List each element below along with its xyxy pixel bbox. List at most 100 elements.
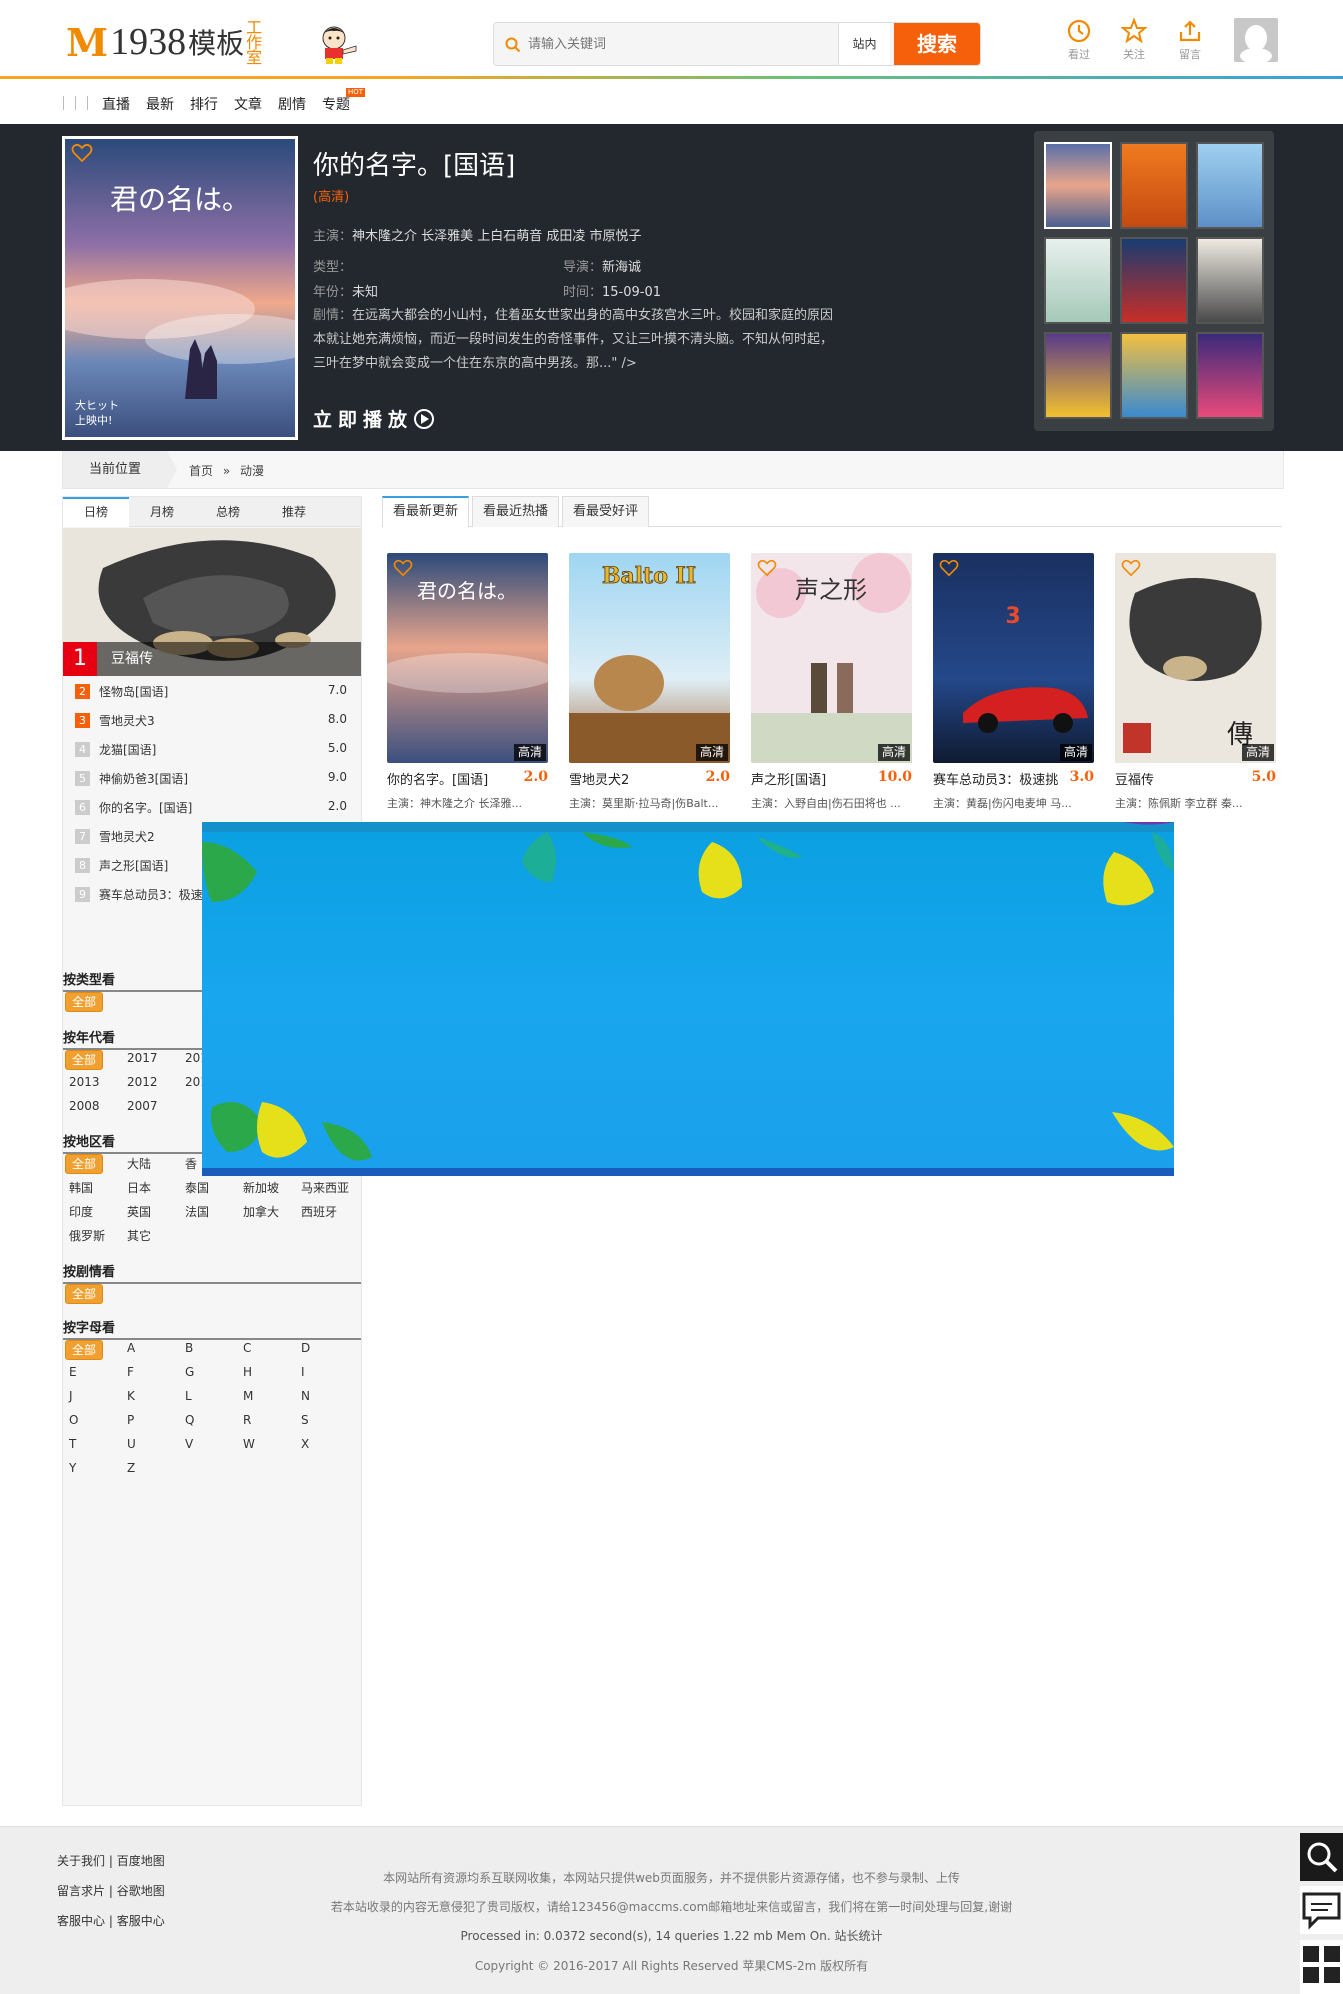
favorite-icon[interactable] bbox=[757, 559, 777, 577]
footer-link-service[interactable]: 客服中心 bbox=[57, 1914, 105, 1928]
site-logo[interactable]: M 1938 模板 工 作 室 bbox=[66, 18, 262, 66]
filter-letter[interactable]: V bbox=[185, 1437, 193, 1451]
favorite-icon[interactable] bbox=[71, 143, 93, 163]
thumb-monster-island[interactable] bbox=[1120, 142, 1188, 229]
movie-title[interactable]: 赛车总动员3：极速挑战 bbox=[933, 769, 1058, 788]
filter-region[interactable]: 泰国 bbox=[185, 1179, 209, 1196]
movie-title[interactable]: 你的名字。[国语] bbox=[387, 769, 512, 788]
filter-region[interactable]: 俄罗斯 bbox=[69, 1227, 105, 1244]
filter-region[interactable]: 英国 bbox=[127, 1203, 151, 1220]
filter-region[interactable]: 马来西亚 bbox=[301, 1179, 349, 1196]
rank-row[interactable]: 4 龙猫[国语] 5.0 bbox=[75, 740, 349, 760]
filter-year[interactable]: 2013 bbox=[69, 1075, 100, 1089]
nav-item-live[interactable]: 直播 bbox=[102, 94, 130, 114]
tab-hot[interactable]: 看最近热播 bbox=[472, 496, 560, 527]
filter-letter[interactable]: O bbox=[69, 1413, 78, 1427]
side-search-button[interactable] bbox=[1300, 1833, 1343, 1881]
tab-daily[interactable]: 日榜 bbox=[63, 497, 129, 527]
favorite-icon[interactable] bbox=[939, 559, 959, 577]
filter-letter[interactable]: M bbox=[243, 1389, 253, 1403]
filter-letter[interactable]: X bbox=[301, 1437, 309, 1451]
filter-letter[interactable]: W bbox=[243, 1437, 255, 1451]
rank-row[interactable]: 3 雪地灵犬3 8.0 bbox=[75, 711, 349, 731]
hero-poster[interactable]: 君の名は。 大ヒット 上映中! bbox=[62, 136, 298, 440]
filter-letter[interactable]: H bbox=[243, 1365, 252, 1379]
popup-ad-banner[interactable] bbox=[202, 822, 1174, 1176]
movie-title[interactable]: 豆福传 bbox=[1115, 769, 1240, 788]
nav-item-articles[interactable]: 文章 bbox=[234, 94, 262, 114]
rank-feature[interactable]: 1 豆福传 bbox=[63, 528, 361, 676]
filter-year-all[interactable]: 全部 bbox=[65, 1050, 104, 1070]
filter-year[interactable]: 2008 bbox=[69, 1099, 100, 1113]
nav-item-ranking[interactable]: 排行 bbox=[190, 94, 218, 114]
filter-letter[interactable]: T bbox=[69, 1437, 76, 1451]
filter-letter[interactable]: F bbox=[127, 1365, 134, 1379]
movie-card[interactable]: 声之形 高清 声之形[国语] 10.0 主演：入野自由|伤石田将也 ... bbox=[751, 553, 912, 810]
footer-link-service-2[interactable]: 客服中心 bbox=[117, 1914, 165, 1928]
filter-letter[interactable]: U bbox=[127, 1437, 136, 1451]
filter-year[interactable]: 2012 bbox=[127, 1075, 158, 1089]
filter-plot-all[interactable]: 全部 bbox=[65, 1284, 104, 1304]
filter-letter[interactable]: I bbox=[301, 1365, 305, 1379]
movie-title[interactable]: 声之形[国语] bbox=[751, 769, 876, 788]
tab-latest-updates[interactable]: 看最新更新 bbox=[382, 496, 470, 527]
filter-letter[interactable]: E bbox=[69, 1365, 77, 1379]
rank-row[interactable]: 2 怪物岛[国语] 7.0 bbox=[75, 682, 349, 702]
thumb-despicable[interactable] bbox=[1044, 332, 1112, 419]
play-button[interactable]: 立即播放 bbox=[313, 405, 435, 432]
filter-letter[interactable]: K bbox=[127, 1389, 135, 1403]
filter-region[interactable]: 香 bbox=[185, 1155, 197, 1172]
filter-letter[interactable]: G bbox=[185, 1365, 194, 1379]
footer-link-request[interactable]: 留言求片 bbox=[57, 1884, 105, 1898]
filter-type-all[interactable]: 全部 bbox=[65, 992, 104, 1012]
movie-poster[interactable]: 声之形 高清 bbox=[751, 553, 912, 763]
filter-region[interactable]: 新加坡 bbox=[243, 1179, 279, 1196]
tab-total[interactable]: 总榜 bbox=[195, 497, 261, 527]
filter-letter[interactable]: P bbox=[127, 1413, 134, 1427]
favorite-icon[interactable] bbox=[1121, 559, 1141, 577]
nav-item-topics[interactable]: 专题 bbox=[322, 94, 350, 114]
search-button[interactable]: 搜索 bbox=[894, 23, 980, 65]
filter-letter[interactable]: D bbox=[301, 1341, 310, 1355]
filter-letter[interactable]: R bbox=[243, 1413, 251, 1427]
search-scope-select[interactable]: 站内 bbox=[838, 23, 890, 65]
search-input[interactable] bbox=[528, 23, 828, 65]
thumb-cars3[interactable] bbox=[1120, 237, 1188, 324]
tab-recommend[interactable]: 推荐 bbox=[261, 497, 327, 527]
filter-letter[interactable]: L bbox=[185, 1389, 192, 1403]
movie-card[interactable]: 傳 高清 豆福传 5.0 主演：陈佩斯 李立群 秦... bbox=[1115, 553, 1276, 810]
filter-region[interactable]: 加拿大 bbox=[243, 1203, 279, 1220]
side-qrcode-button[interactable] bbox=[1300, 1940, 1343, 1994]
filter-letter[interactable]: Q bbox=[185, 1413, 194, 1427]
filter-region[interactable]: 印度 bbox=[69, 1203, 93, 1220]
filter-letter[interactable]: J bbox=[69, 1389, 73, 1403]
filter-letter[interactable]: A bbox=[127, 1341, 135, 1355]
filter-region[interactable]: 西班牙 bbox=[301, 1203, 337, 1220]
filter-year[interactable]: 2007 bbox=[127, 1099, 158, 1113]
thumb-totoro[interactable] bbox=[1196, 332, 1264, 419]
movie-card[interactable]: 3 高清 赛车总动员3：极速挑战 3.0 主演：黄磊|伤闪电麦坤 马... bbox=[933, 553, 1094, 810]
tab-top-rated[interactable]: 看最受好评 bbox=[562, 496, 650, 527]
rank-row[interactable]: 5 神偷奶爸3[国语] 9.0 bbox=[75, 769, 349, 789]
filter-region[interactable]: 大陆 bbox=[127, 1155, 151, 1172]
breadcrumb-current[interactable]: 动漫 bbox=[240, 464, 264, 478]
nav-item-latest[interactable]: 最新 bbox=[146, 94, 174, 114]
filter-letter[interactable]: C bbox=[243, 1341, 251, 1355]
filter-region[interactable]: 其它 bbox=[127, 1227, 151, 1244]
avatar[interactable] bbox=[1234, 18, 1278, 62]
filter-region[interactable]: 法国 bbox=[185, 1203, 209, 1220]
filter-region-all[interactable]: 全部 bbox=[65, 1154, 104, 1174]
filter-letter[interactable]: B bbox=[185, 1341, 193, 1355]
footer-link-about[interactable]: 关于我们 bbox=[57, 1854, 105, 1868]
filter-letter[interactable]: Y bbox=[69, 1461, 76, 1475]
movie-poster[interactable]: 3 高清 bbox=[933, 553, 1094, 763]
thumb-balto[interactable] bbox=[1196, 142, 1264, 229]
follow-button[interactable]: 关注 bbox=[1114, 18, 1154, 62]
filter-letter-all[interactable]: 全部 bbox=[65, 1340, 104, 1360]
footer-link-baidu-map[interactable]: 百度地图 bbox=[117, 1854, 165, 1868]
thumb-silent-voice[interactable] bbox=[1044, 237, 1112, 324]
tab-monthly[interactable]: 月榜 bbox=[129, 497, 195, 527]
filter-region[interactable]: 日本 bbox=[127, 1179, 151, 1196]
movie-card[interactable]: Balto II 高清 雪地灵犬2 2.0 主演：莫里斯·拉马奇|伤Balt..… bbox=[569, 553, 730, 810]
message-button[interactable]: 留言 bbox=[1170, 18, 1210, 62]
